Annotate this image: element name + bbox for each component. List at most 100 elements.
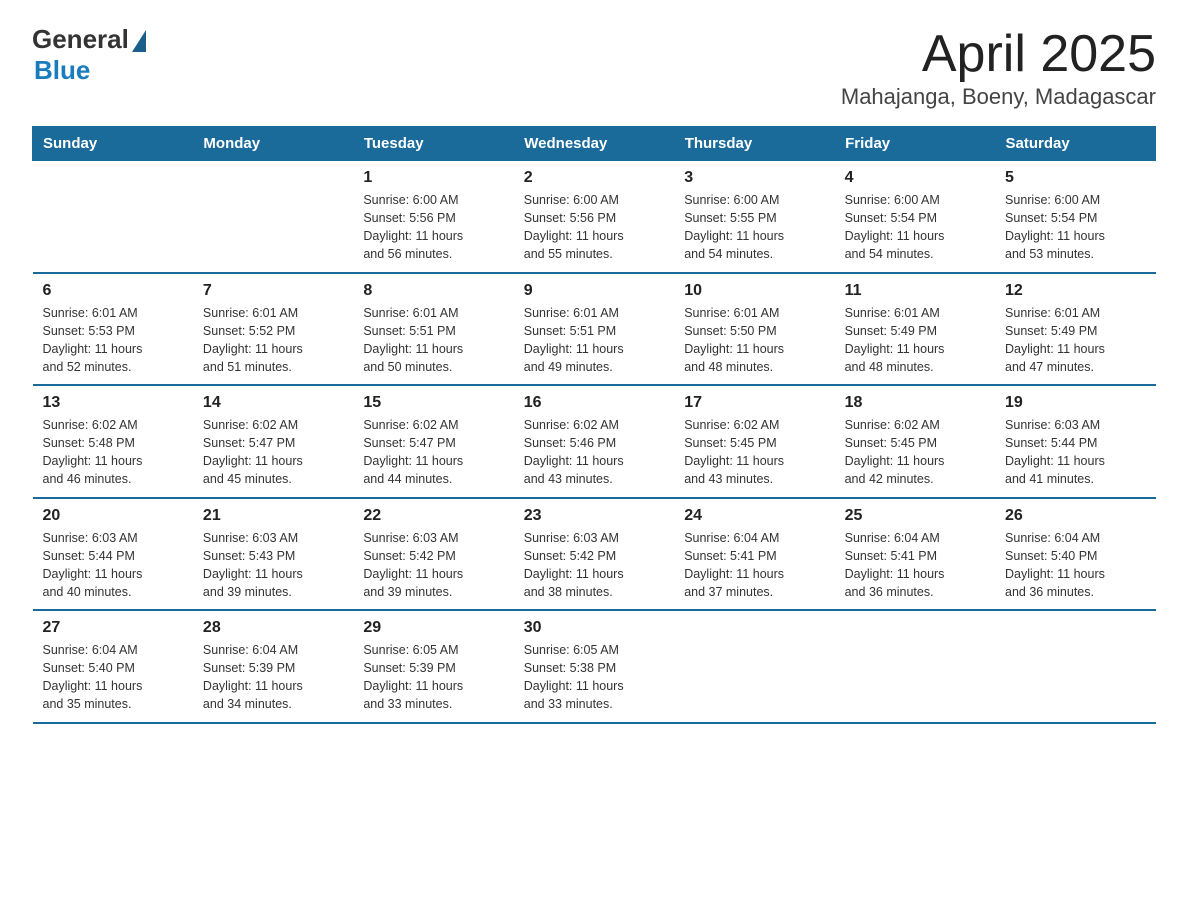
day-info: Sunrise: 6:01 AMSunset: 5:49 PMDaylight:… [845,304,985,377]
day-info: Sunrise: 6:00 AMSunset: 5:54 PMDaylight:… [845,191,985,264]
day-number: 25 [845,507,985,525]
day-info: Sunrise: 6:00 AMSunset: 5:56 PMDaylight:… [363,191,503,264]
calendar-title: April 2025 [841,24,1156,84]
calendar-cell [193,161,353,273]
day-number: 11 [845,282,985,300]
day-info: Sunrise: 6:01 AMSunset: 5:52 PMDaylight:… [203,304,343,377]
day-number: 10 [684,282,824,300]
calendar-cell [33,161,193,273]
day-info: Sunrise: 6:00 AMSunset: 5:55 PMDaylight:… [684,191,824,264]
title-section: April 2025 Mahajanga, Boeny, Madagascar [841,24,1156,110]
calendar-cell: 6 Sunrise: 6:01 AMSunset: 5:53 PMDaylight… [33,273,193,386]
calendar-cell: 21 Sunrise: 6:03 AMSunset: 5:43 PMDayligh… [193,498,353,611]
calendar-cell: 12 Sunrise: 6:01 AMSunset: 5:49 PMDayligh… [995,273,1155,386]
header-tuesday: Tuesday [353,127,513,161]
day-info: Sunrise: 6:04 AMSunset: 5:41 PMDaylight:… [845,529,985,602]
calendar-cell: 11 Sunrise: 6:01 AMSunset: 5:49 PMDayligh… [835,273,995,386]
day-number: 2 [524,169,664,187]
day-info: Sunrise: 6:01 AMSunset: 5:50 PMDaylight:… [684,304,824,377]
day-number: 8 [363,282,503,300]
calendar-cell: 16Sunrise: 6:02 AMSunset: 5:46 PMDayligh… [514,385,674,498]
day-info: Sunrise: 6:03 AMSunset: 5:42 PMDaylight:… [363,529,503,602]
calendar-cell [835,610,995,723]
calendar-subtitle: Mahajanga, Boeny, Madagascar [841,84,1156,110]
day-info: Sunrise: 6:02 AMSunset: 5:45 PMDaylight:… [684,416,824,489]
calendar-table: SundayMondayTuesdayWednesdayThursdayFrid… [32,126,1156,724]
calendar-cell: 27 Sunrise: 6:04 AMSunset: 5:40 PMDayligh… [33,610,193,723]
day-info: Sunrise: 6:00 AMSunset: 5:54 PMDaylight:… [1005,191,1145,264]
day-number: 26 [1005,507,1145,525]
calendar-cell: 1Sunrise: 6:00 AMSunset: 5:56 PMDaylight… [353,161,513,273]
header-wednesday: Wednesday [514,127,674,161]
day-info: Sunrise: 6:01 AMSunset: 5:53 PMDaylight:… [43,304,183,377]
calendar-cell: 20 Sunrise: 6:03 AMSunset: 5:44 PMDayligh… [33,498,193,611]
day-number: 14 [203,394,343,412]
day-number: 4 [845,169,985,187]
calendar-week-5: 27 Sunrise: 6:04 AMSunset: 5:40 PMDayligh… [33,610,1156,723]
header-sunday: Sunday [33,127,193,161]
logo-triangle-icon [132,30,146,52]
calendar-cell: 22 Sunrise: 6:03 AMSunset: 5:42 PMDayligh… [353,498,513,611]
day-info: Sunrise: 6:03 AMSunset: 5:42 PMDaylight:… [524,529,664,602]
day-number: 15 [363,394,503,412]
calendar-cell: 19Sunrise: 6:03 AMSunset: 5:44 PMDayligh… [995,385,1155,498]
day-number: 3 [684,169,824,187]
day-info: Sunrise: 6:02 AMSunset: 5:46 PMDaylight:… [524,416,664,489]
day-number: 6 [43,282,183,300]
day-number: 24 [684,507,824,525]
day-number: 29 [363,619,503,637]
logo-general-text: General [32,24,129,55]
calendar-cell: 7 Sunrise: 6:01 AMSunset: 5:52 PMDaylight… [193,273,353,386]
calendar-cell: 17 Sunrise: 6:02 AMSunset: 5:45 PMDayligh… [674,385,834,498]
day-info: Sunrise: 6:04 AMSunset: 5:39 PMDaylight:… [203,641,343,714]
day-info: Sunrise: 6:04 AMSunset: 5:40 PMDaylight:… [43,641,183,714]
calendar-cell: 10 Sunrise: 6:01 AMSunset: 5:50 PMDayligh… [674,273,834,386]
day-info: Sunrise: 6:04 AMSunset: 5:40 PMDaylight:… [1005,529,1145,602]
day-info: Sunrise: 6:01 AMSunset: 5:49 PMDaylight:… [1005,304,1145,377]
header-monday: Monday [193,127,353,161]
day-number: 21 [203,507,343,525]
calendar-cell: 14 Sunrise: 6:02 AMSunset: 5:47 PMDayligh… [193,385,353,498]
calendar-week-4: 20 Sunrise: 6:03 AMSunset: 5:44 PMDayligh… [33,498,1156,611]
calendar-week-3: 13Sunrise: 6:02 AMSunset: 5:48 PMDayligh… [33,385,1156,498]
calendar-cell: 13Sunrise: 6:02 AMSunset: 5:48 PMDayligh… [33,385,193,498]
header-thursday: Thursday [674,127,834,161]
calendar-cell: 23 Sunrise: 6:03 AMSunset: 5:42 PMDayligh… [514,498,674,611]
day-number: 23 [524,507,664,525]
calendar-cell: 28 Sunrise: 6:04 AMSunset: 5:39 PMDayligh… [193,610,353,723]
calendar-cell: 26 Sunrise: 6:04 AMSunset: 5:40 PMDayligh… [995,498,1155,611]
logo: General Blue [32,24,146,86]
header-friday: Friday [835,127,995,161]
day-number: 9 [524,282,664,300]
day-info: Sunrise: 6:03 AMSunset: 5:44 PMDaylight:… [43,529,183,602]
calendar-cell: 8 Sunrise: 6:01 AMSunset: 5:51 PMDaylight… [353,273,513,386]
calendar-week-1: 1Sunrise: 6:00 AMSunset: 5:56 PMDaylight… [33,161,1156,273]
calendar-cell: 29Sunrise: 6:05 AMSunset: 5:39 PMDayligh… [353,610,513,723]
day-info: Sunrise: 6:00 AMSunset: 5:56 PMDaylight:… [524,191,664,264]
day-number: 13 [43,394,183,412]
day-info: Sunrise: 6:02 AMSunset: 5:47 PMDaylight:… [203,416,343,489]
day-number: 30 [524,619,664,637]
calendar-cell [995,610,1155,723]
day-number: 22 [363,507,503,525]
calendar-cell: 4 Sunrise: 6:00 AMSunset: 5:54 PMDaylight… [835,161,995,273]
day-number: 19 [1005,394,1145,412]
calendar-cell: 18Sunrise: 6:02 AMSunset: 5:45 PMDayligh… [835,385,995,498]
day-info: Sunrise: 6:01 AMSunset: 5:51 PMDaylight:… [524,304,664,377]
day-info: Sunrise: 6:05 AMSunset: 5:38 PMDaylight:… [524,641,664,714]
header-saturday: Saturday [995,127,1155,161]
day-number: 17 [684,394,824,412]
calendar-cell: 9 Sunrise: 6:01 AMSunset: 5:51 PMDaylight… [514,273,674,386]
day-info: Sunrise: 6:03 AMSunset: 5:43 PMDaylight:… [203,529,343,602]
day-number: 7 [203,282,343,300]
day-number: 18 [845,394,985,412]
day-number: 28 [203,619,343,637]
calendar-cell: 30 Sunrise: 6:05 AMSunset: 5:38 PMDayligh… [514,610,674,723]
day-info: Sunrise: 6:01 AMSunset: 5:51 PMDaylight:… [363,304,503,377]
day-number: 27 [43,619,183,637]
calendar-cell [674,610,834,723]
day-number: 20 [43,507,183,525]
day-number: 12 [1005,282,1145,300]
calendar-cell: 2 Sunrise: 6:00 AMSunset: 5:56 PMDaylight… [514,161,674,273]
day-number: 5 [1005,169,1145,187]
